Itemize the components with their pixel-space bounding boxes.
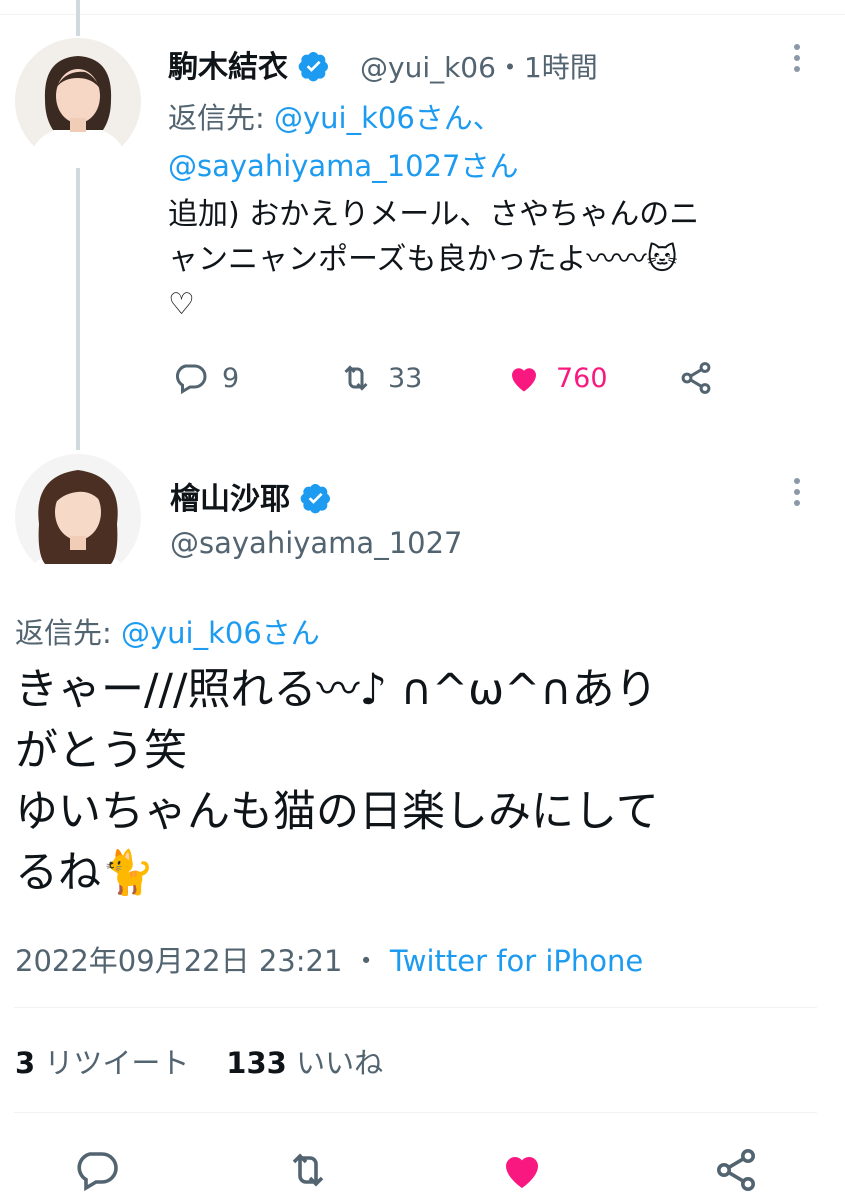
- more-icon[interactable]: [792, 478, 802, 511]
- main-actions: [0, 1146, 845, 1196]
- likes-stat[interactable]: 133 いいね: [226, 1046, 383, 1080]
- reply-text-line: ♡: [168, 287, 195, 322]
- main-text-line: きゃー///照れる〰♪ ∩^ω^∩あり: [15, 665, 658, 715]
- share-icon: [681, 362, 711, 394]
- reply-button[interactable]: 9: [172, 360, 239, 396]
- reply-text-line: 追加) おかえりメール、さやちゃんのニ: [168, 197, 700, 232]
- main-author-handle[interactable]: @sayahiyama_1027: [170, 526, 463, 560]
- main-author-name[interactable]: 檜山沙耶: [170, 482, 290, 517]
- retweet-icon: [292, 1153, 324, 1187]
- main-text-line: がとう笑: [15, 726, 187, 776]
- like-count: 760: [556, 362, 608, 394]
- reply-icon: [175, 364, 207, 395]
- tweet-source[interactable]: Twitter for iPhone: [390, 944, 643, 978]
- retweet-count: 33: [388, 362, 423, 394]
- verified-icon: [298, 50, 330, 82]
- retweet-button[interactable]: 33: [338, 360, 422, 396]
- reply-author-handle[interactable]: @yui_k06: [360, 51, 496, 84]
- retweets-label: リツイート: [44, 1046, 190, 1080]
- thread-line: [76, 168, 80, 450]
- reply-count: 9: [222, 362, 240, 394]
- main-text-line: ゆいちゃんも猫の日楽しみにして: [15, 787, 659, 837]
- reply-button[interactable]: [72, 1146, 120, 1198]
- divider: [14, 1007, 817, 1008]
- likes-count: 133: [226, 1046, 287, 1080]
- reply-time: ・1時間: [495, 51, 598, 84]
- reply-text-line: ャンニャンポーズも良かったよ〰〰🐱: [168, 242, 678, 277]
- likes-label: いいね: [296, 1046, 384, 1080]
- meta-separator: ・: [351, 944, 381, 978]
- top-divider: [0, 0, 845, 15]
- reply-icon: [77, 1152, 118, 1192]
- avatar-main-author[interactable]: [15, 454, 141, 580]
- avatar-reply-author[interactable]: [15, 38, 141, 164]
- reply-tweet-text: 追加) おかえりメール、さやちゃんのニ ャンニャンポーズも良かったよ〰〰🐱 ♡: [168, 192, 808, 327]
- reply-to-link-saya[interactable]: @sayahiyama_1027さん: [168, 149, 519, 183]
- like-button[interactable]: [498, 1146, 546, 1198]
- retweet-icon: [344, 365, 368, 391]
- more-icon[interactable]: [792, 44, 802, 77]
- reply-to-label: 返信先:: [168, 101, 265, 135]
- like-icon: [506, 1157, 538, 1188]
- main-text-line: るね🐈: [15, 848, 155, 898]
- reply-actions: 9 33 760: [172, 360, 732, 400]
- main-reply-to-link[interactable]: @yui_k06さん: [121, 616, 320, 650]
- share-button[interactable]: [712, 1146, 760, 1198]
- share-icon: [717, 1149, 755, 1191]
- like-button[interactable]: 760: [506, 360, 608, 396]
- like-icon: [512, 368, 536, 392]
- retweets-count: 3: [15, 1046, 36, 1080]
- tweet-timestamp[interactable]: 2022年09月22日 23:21: [15, 944, 342, 978]
- retweets-stat[interactable]: 3 リツイート: [15, 1046, 189, 1080]
- retweet-button[interactable]: [284, 1146, 332, 1198]
- reply-author-name[interactable]: 駒木結衣: [168, 50, 288, 85]
- thread-line: [76, 0, 80, 36]
- reply-to-link-yui[interactable]: @yui_k06さん、: [274, 101, 502, 135]
- divider: [14, 1112, 817, 1113]
- verified-icon: [300, 482, 332, 514]
- share-button[interactable]: [678, 360, 714, 396]
- main-reply-to-label: 返信先:: [15, 616, 112, 650]
- main-tweet-text: きゃー///照れる〰♪ ∩^ω^∩あり がとう笑 ゆいちゃんも猫の日楽しみにして…: [15, 660, 830, 904]
